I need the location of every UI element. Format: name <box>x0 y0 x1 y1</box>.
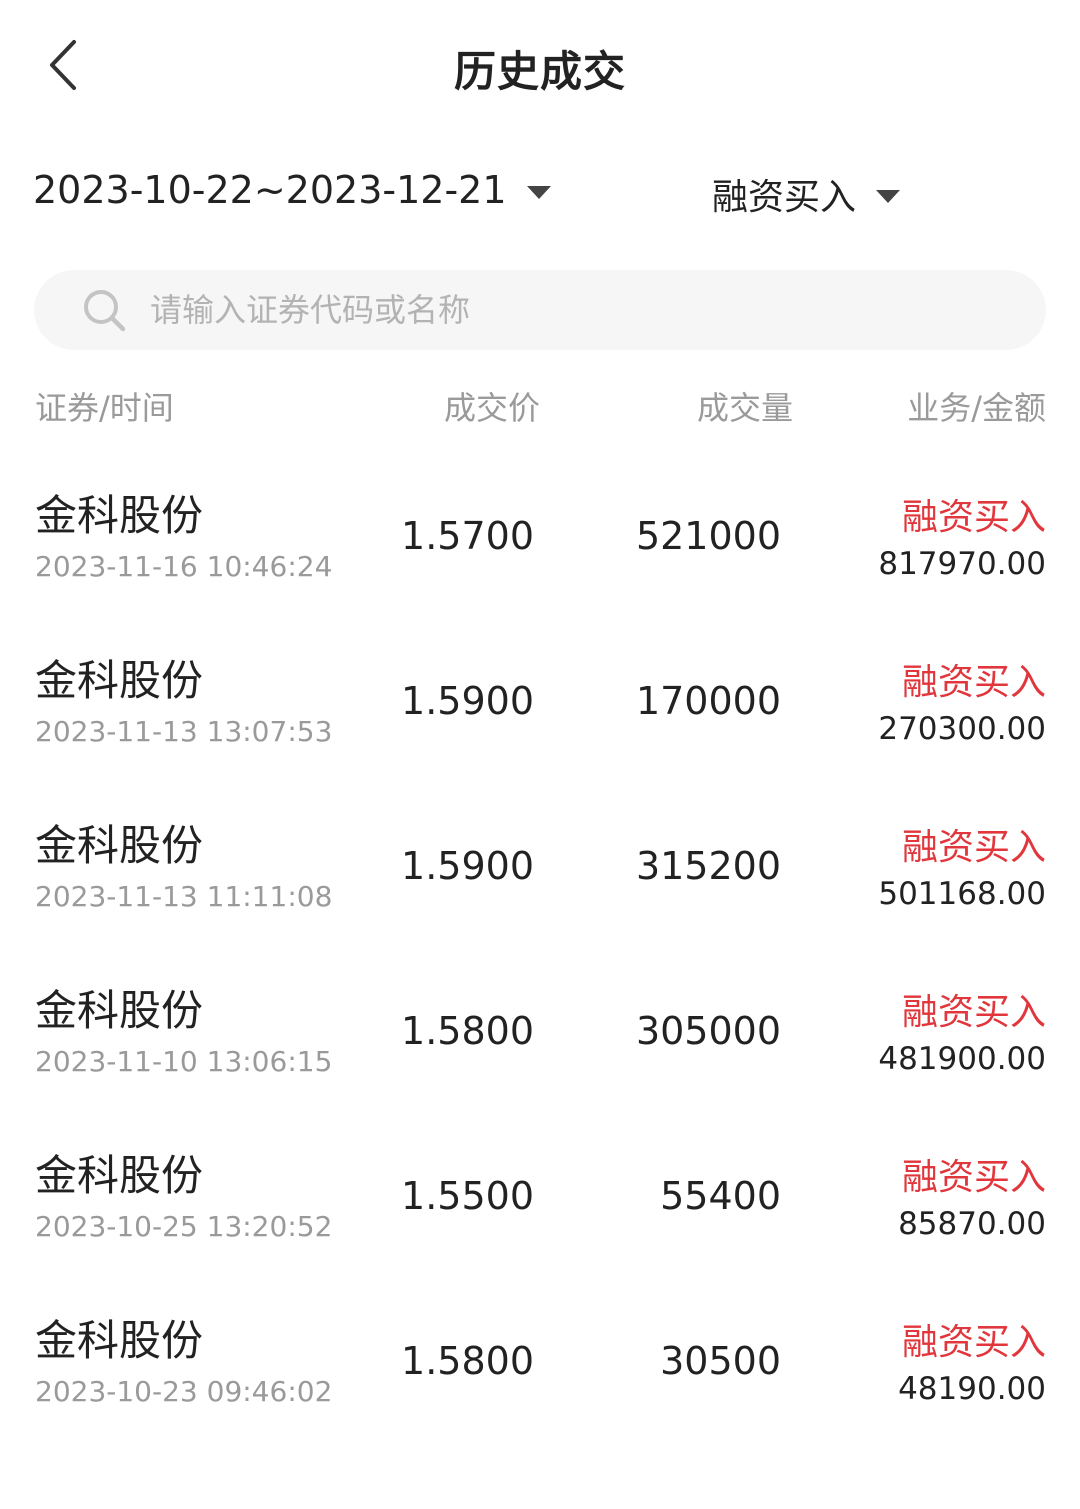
table-row[interactable]: 金科股份 2023-11-13 11:11:08 1.5900 315200 融… <box>0 782 1080 947</box>
date-range-label: 2023-10-22~2023-12-21 <box>33 168 507 212</box>
trade-time: 2023-10-23 09:46:02 <box>35 1375 333 1408</box>
table-row[interactable]: 金科股份 2023-11-13 13:07:53 1.5900 170000 融… <box>0 617 1080 782</box>
security-name: 金科股份 <box>35 656 204 705</box>
header: 历史成交 <box>0 0 1080 135</box>
filter-row: 2023-10-22~2023-12-21 融资买入 <box>0 160 1080 230</box>
table-row[interactable]: 金科股份 2023-10-23 09:46:02 1.5800 30500 融资… <box>0 1277 1080 1442</box>
trade-price: 1.5900 <box>401 679 534 723</box>
trade-time: 2023-11-16 10:46:24 <box>35 550 333 583</box>
security-name: 金科股份 <box>35 491 204 540</box>
column-header-business-amount: 业务/金额 <box>907 389 1046 427</box>
trade-volume: 55400 <box>660 1174 781 1218</box>
trade-list: 金科股份 2023-11-16 10:46:24 1.5700 521000 融… <box>0 452 1080 1442</box>
trade-volume: 521000 <box>635 514 781 558</box>
trade-volume: 315200 <box>635 844 781 888</box>
trade-type-label: 融资买入 <box>712 177 857 218</box>
security-name: 金科股份 <box>35 986 204 1035</box>
business-type: 融资买入 <box>901 662 1046 703</box>
column-header-price: 成交价 <box>443 389 540 427</box>
caret-down-icon <box>526 185 551 199</box>
business-type: 融资买入 <box>901 1157 1046 1198</box>
table-row[interactable]: 金科股份 2023-10-25 13:20:52 1.5500 55400 融资… <box>0 1112 1080 1277</box>
business-type: 融资买入 <box>901 992 1046 1033</box>
trade-price: 1.5900 <box>401 844 534 888</box>
search-input[interactable] <box>150 291 970 329</box>
business-type: 融资买入 <box>901 497 1046 538</box>
trade-amount: 48190.00 <box>898 1371 1046 1407</box>
column-header-security-time: 证券/时间 <box>35 389 174 427</box>
trade-time: 2023-11-13 13:07:53 <box>35 715 333 748</box>
security-name: 金科股份 <box>35 821 204 870</box>
trade-amount: 501168.00 <box>878 876 1046 912</box>
trade-type-filter[interactable]: 融资买入 <box>712 168 901 220</box>
table-row[interactable]: 金科股份 2023-11-16 10:46:24 1.5700 521000 融… <box>0 452 1080 617</box>
search-box[interactable] <box>34 270 1046 350</box>
column-header-volume: 成交量 <box>696 389 793 427</box>
trade-price: 1.5700 <box>401 514 534 558</box>
business-type: 融资买入 <box>901 1322 1046 1363</box>
security-name: 金科股份 <box>35 1316 204 1365</box>
trade-price: 1.5800 <box>401 1339 534 1383</box>
trade-time: 2023-10-25 13:20:52 <box>35 1210 333 1243</box>
business-type: 融资买入 <box>901 827 1046 868</box>
page-title: 历史成交 <box>453 47 626 96</box>
security-name: 金科股份 <box>35 1151 204 1200</box>
caret-down-icon <box>876 189 901 203</box>
trade-amount: 481900.00 <box>878 1041 1046 1077</box>
trade-time: 2023-11-13 11:11:08 <box>35 880 333 913</box>
trade-time: 2023-11-10 13:06:15 <box>35 1045 333 1078</box>
trade-volume: 30500 <box>660 1339 781 1383</box>
table-row[interactable]: 金科股份 2023-11-10 13:06:15 1.5800 305000 融… <box>0 947 1080 1112</box>
search-icon <box>84 290 126 332</box>
trade-price: 1.5500 <box>401 1174 534 1218</box>
trade-amount: 270300.00 <box>878 711 1046 747</box>
trade-amount: 817970.00 <box>878 546 1046 582</box>
trade-price: 1.5800 <box>401 1009 534 1053</box>
trade-volume: 305000 <box>635 1009 781 1053</box>
trade-amount: 85870.00 <box>898 1206 1046 1242</box>
date-range-filter[interactable]: 2023-10-22~2023-12-21 <box>33 168 551 212</box>
trade-volume: 170000 <box>635 679 781 723</box>
